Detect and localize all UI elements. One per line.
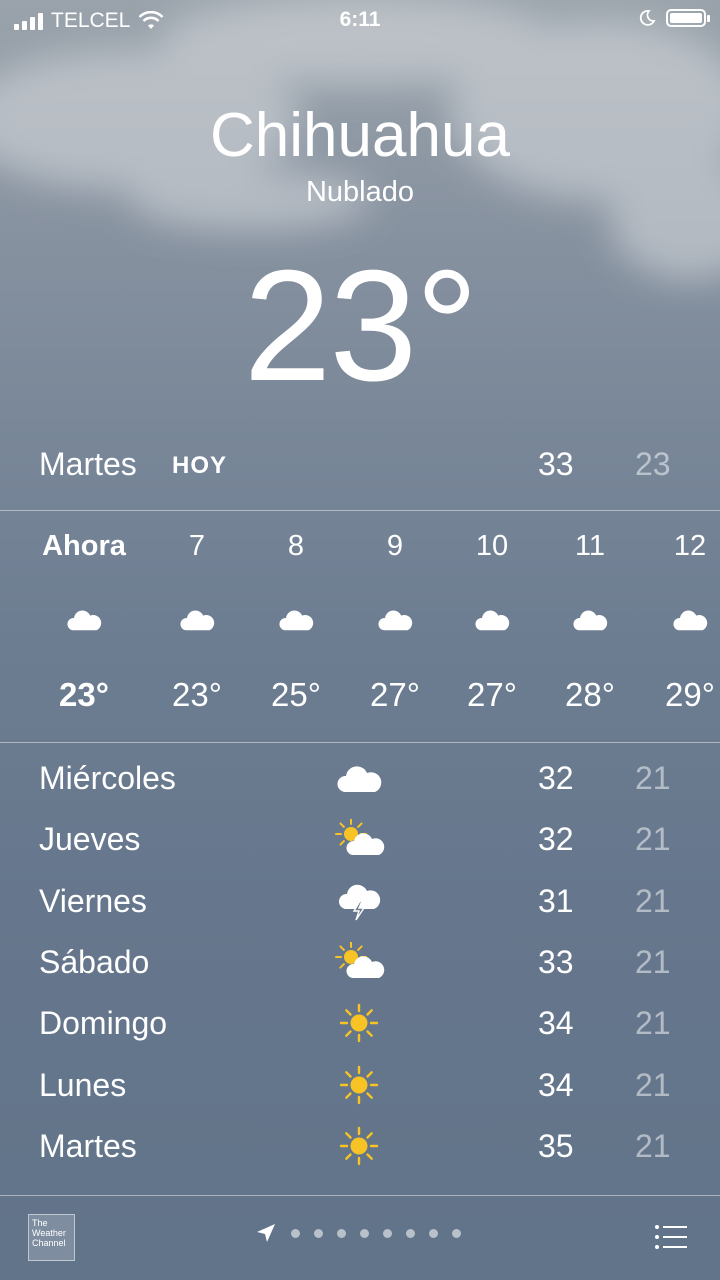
cloud-icon [375,604,415,632]
clock: 6:11 [339,8,381,31]
divider [0,510,720,511]
day-low: 21 [635,943,671,980]
page-dot[interactable] [337,1228,346,1238]
hour-label: 11 [574,530,606,562]
partly-sunny-icon [333,818,385,863]
day-low: 21 [635,1066,671,1103]
daily-row: Sábado 33 21 [0,934,720,994]
list-icon[interactable] [654,1224,688,1250]
weather-channel-logo[interactable]: The Weather Channel [28,1214,75,1261]
sun-icon [333,1126,385,1170]
today-row: Martes HOY 33 23 [0,440,720,496]
hour-temperature: 23° [59,676,109,713]
bottom-toolbar: The Weather Channel [0,1196,720,1280]
day-low: 21 [635,882,671,919]
hour-temperature: 27° [467,676,517,713]
today-day: Martes [39,446,137,482]
page-dot[interactable] [406,1228,415,1238]
cloud-icon [670,604,710,632]
cloud-icon [333,758,385,802]
cloud-icon [570,604,610,632]
city-name: Chihuahua [210,101,510,170]
hourly-forecast[interactable]: Ahora 23° 7 23° 8 25° 9 27° 10 27° 11 28° 12 29° [0,512,720,742]
cloud-icon [64,604,104,632]
hour-label: 12 [673,530,707,562]
hour-temperature: 27° [370,676,420,713]
location-arrow-icon [257,1224,275,1242]
day-name: Domingo [39,1005,168,1042]
today-tag: HOY [172,452,228,479]
cloud-icon [276,604,316,632]
partly-sunny-icon [333,940,385,986]
hour-label: 9 [386,530,404,562]
day-high: 35 [538,1127,574,1164]
page-dot[interactable] [291,1228,300,1238]
day-high: 34 [538,1005,574,1042]
daily-row: Lunes 34 21 [0,1057,720,1117]
moon-icon [639,10,656,26]
today-low: 23 [635,446,671,482]
cloud-icon [472,604,512,632]
page-dot[interactable] [452,1228,461,1238]
divider [0,742,720,743]
battery-icon [666,9,710,27]
page-dot[interactable] [314,1228,323,1238]
day-name: Miércoles [39,760,176,796]
daily-row: Miércoles 32 21 [0,750,720,810]
day-low: 21 [635,1005,671,1042]
day-name: Sábado [39,943,150,980]
day-high: 31 [538,882,574,919]
hour-label: 10 [475,530,509,562]
hour-label: Ahora [42,530,126,562]
day-high: 34 [538,1066,574,1103]
hour-label: 8 [287,530,305,562]
page-dot[interactable] [383,1228,392,1238]
condition-label: Nublado [305,176,415,208]
thunderstorm-icon [333,881,385,925]
day-name: Viernes [39,882,147,919]
hour-temperature: 29° [665,676,715,713]
daily-row: Jueves 32 21 [0,811,720,871]
current-temperature: 23° [243,238,479,414]
hour-temperature: 25° [271,676,321,713]
sun-icon [333,1003,385,1047]
daily-row: Domingo 34 21 [0,995,720,1055]
day-high: 33 [538,943,574,980]
hour-label: 7 [188,530,206,562]
page-dot[interactable] [360,1228,369,1238]
day-name: Jueves [39,821,141,858]
page-indicator[interactable] [255,1222,461,1244]
cloud-icon [177,604,217,632]
page-dot[interactable] [429,1228,438,1238]
status-bar: TELCEL 6:11 [0,0,720,40]
day-low: 21 [635,821,671,858]
day-name: Lunes [39,1066,127,1103]
daily-row: Martes 35 21 [0,1118,720,1178]
day-high: 32 [538,760,574,796]
day-name: Martes [39,1127,137,1164]
day-high: 32 [538,821,574,858]
day-low: 21 [635,760,671,796]
hour-temperature: 23° [172,676,222,713]
daily-row: Viernes 31 21 [0,873,720,933]
hour-temperature: 28° [565,676,615,713]
today-high: 33 [538,446,574,482]
day-low: 21 [635,1127,671,1164]
sun-icon [333,1065,385,1109]
